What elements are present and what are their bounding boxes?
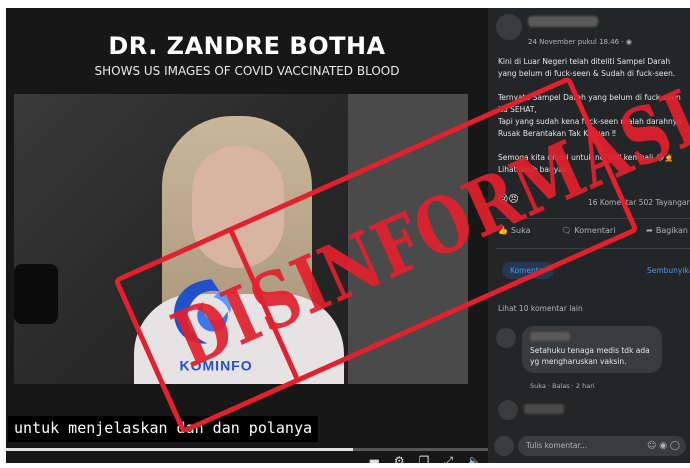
post-timestamp[interactable]: 24 November pukul 18.46 · ◉	[528, 38, 632, 46]
comment-bubble: Setahuku tenaga medis tdk ada yg menghar…	[522, 326, 662, 373]
comment-input[interactable]: Tulis komentar... ☺ ◉ ◯	[518, 436, 686, 456]
globe-icon: ◉	[625, 38, 632, 46]
video-caption: untuk menjelaskan dan dan polanya	[8, 416, 319, 442]
progress-bar[interactable]	[6, 448, 488, 451]
comment-text: Setahuku tenaga medis tdk ada yg menghar…	[530, 346, 650, 366]
progress-fill	[6, 448, 354, 451]
player-controls: ▬ ⚙ ❐ ⤢ 🔈	[369, 454, 482, 463]
fullscreen-icon[interactable]: ⤢	[443, 454, 453, 463]
current-user-avatar	[494, 436, 514, 456]
share-button[interactable]: ➦ Bagikan	[646, 226, 688, 235]
commenter-avatar[interactable]	[496, 328, 516, 348]
view-more-comments-link[interactable]: Lihat 10 komentar lain	[498, 304, 583, 313]
post-line: Kini di Luar Negeri telah diteliti Sampe…	[498, 57, 671, 66]
caption-icon[interactable]: ▬	[369, 454, 380, 463]
settings-icon[interactable]: ⚙	[394, 454, 405, 463]
comment-actions[interactable]: Suka · Balas · 2 hari	[530, 382, 595, 390]
commenter-avatar[interactable]	[498, 400, 518, 420]
author-avatar[interactable]	[496, 14, 522, 40]
video-subtitle: SHOWS US IMAGES OF COVID VACCINATED BLOO…	[94, 64, 400, 78]
author-name-blurred[interactable]	[528, 16, 598, 27]
screenshot-frame: DR. ZANDRE BOTHA SHOWS US IMAGES OF COVI…	[0, 0, 690, 468]
share-icon: ➦	[646, 226, 653, 235]
miniplayer-icon[interactable]: ❐	[419, 454, 430, 463]
volume-icon[interactable]: 🔈	[467, 454, 482, 463]
hide-comments-link[interactable]: Sembunyikan	[647, 266, 690, 275]
video-title: DR. ZANDRE BOTHA	[108, 32, 386, 60]
commenter-name-blurred[interactable]	[530, 332, 570, 341]
microphone	[14, 264, 58, 324]
commenter-name-blurred[interactable]	[524, 404, 564, 414]
emoji-icon[interactable]: ☺ ◉ ◯	[647, 441, 680, 451]
